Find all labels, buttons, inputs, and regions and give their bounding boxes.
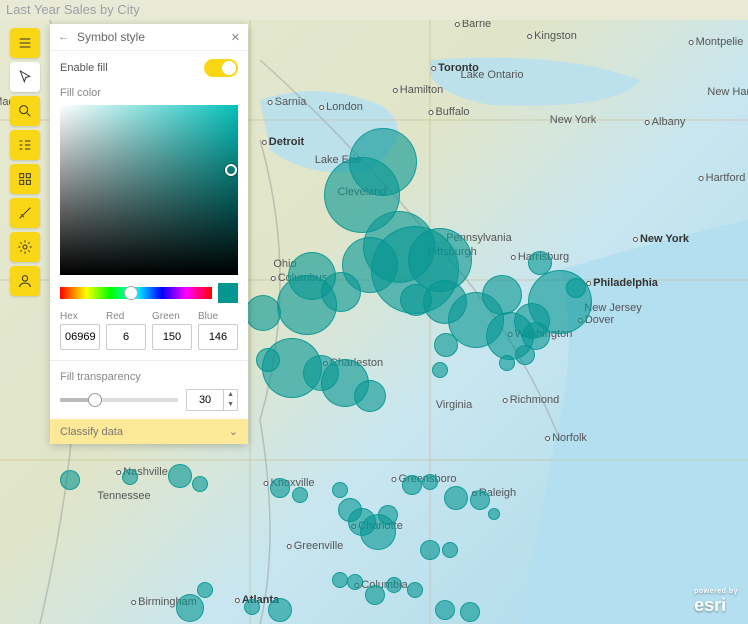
sales-bubble[interactable]: [499, 355, 515, 371]
sales-bubble[interactable]: [192, 476, 208, 492]
basemap-tool[interactable]: [10, 164, 40, 194]
sales-bubble[interactable]: [566, 278, 586, 298]
symbol-style-panel: ← Symbol style ✕ Enable fill Fill color …: [50, 24, 248, 444]
sales-bubble[interactable]: [321, 272, 361, 312]
fill-transparency-label: Fill transparency: [60, 371, 238, 383]
city-label: New Han: [707, 86, 748, 98]
sales-bubble[interactable]: [332, 572, 348, 588]
sales-bubble[interactable]: [122, 469, 138, 485]
sales-bubble[interactable]: [365, 585, 385, 605]
sales-bubble[interactable]: [515, 345, 535, 365]
transparency-input[interactable]: [187, 390, 223, 410]
city-label: London: [319, 101, 363, 113]
back-button[interactable]: ←: [58, 31, 69, 43]
sales-bubble[interactable]: [168, 464, 192, 488]
transparency-slider[interactable]: [60, 398, 178, 402]
city-label: Kingston: [527, 30, 577, 42]
sales-bubble[interactable]: [422, 474, 438, 490]
city-label: Buffalo: [428, 106, 469, 118]
search-tool[interactable]: [10, 96, 40, 126]
sales-bubble[interactable]: [332, 482, 348, 498]
layers-tool[interactable]: [10, 130, 40, 160]
city-label: Greenville: [287, 540, 344, 552]
spinner-up[interactable]: ▲: [224, 390, 237, 400]
sales-bubble[interactable]: [460, 602, 480, 622]
sales-bubble[interactable]: [268, 598, 292, 622]
city-label: Albany: [645, 116, 686, 128]
menu-button[interactable]: [10, 28, 40, 58]
blue-label: Blue: [198, 311, 238, 322]
panel-title: Symbol style: [77, 30, 231, 44]
city-label: Montpelie: [689, 36, 744, 48]
green-label: Green: [152, 311, 192, 322]
city-label: Virginia: [436, 399, 473, 411]
measure-tool[interactable]: [10, 198, 40, 228]
red-input[interactable]: [106, 324, 146, 350]
sales-bubble[interactable]: [435, 600, 455, 620]
fill-color-label: Fill color: [60, 87, 238, 99]
classify-data-row[interactable]: Classify data ⌄: [50, 419, 248, 444]
city-label: Norfolk: [545, 432, 587, 444]
sales-bubble[interactable]: [482, 275, 522, 315]
sales-bubble[interactable]: [349, 128, 417, 196]
sales-bubble[interactable]: [444, 486, 468, 510]
sales-bubble[interactable]: [402, 475, 422, 495]
sales-bubble[interactable]: [470, 490, 490, 510]
city-label: Hartford: [699, 172, 746, 184]
sales-bubble[interactable]: [386, 577, 402, 593]
city-label: New York: [550, 114, 596, 126]
spinner-down[interactable]: ▼: [224, 400, 237, 410]
sales-bubble[interactable]: [407, 582, 423, 598]
sales-bubble[interactable]: [244, 599, 260, 615]
page-title: Last Year Sales by City: [0, 0, 146, 19]
hue-slider[interactable]: [60, 287, 212, 299]
select-tool[interactable]: [10, 62, 40, 92]
account-tool[interactable]: [10, 266, 40, 296]
hex-label: Hex: [60, 311, 100, 322]
red-label: Red: [106, 311, 146, 322]
sales-bubble[interactable]: [347, 574, 363, 590]
city-label: New York: [633, 233, 689, 245]
color-swatch: [218, 283, 238, 303]
city-label: Barrie: [455, 20, 491, 30]
close-button[interactable]: ✕: [231, 31, 240, 44]
city-label: Tennessee: [97, 490, 150, 502]
hex-input[interactable]: [60, 324, 100, 350]
map-toolbar: [10, 28, 40, 296]
blue-input[interactable]: [198, 324, 238, 350]
sales-bubble[interactable]: [245, 295, 281, 331]
sales-bubble[interactable]: [378, 505, 398, 525]
color-picker-handle[interactable]: [225, 164, 237, 176]
transparency-spinner[interactable]: ▲ ▼: [186, 389, 238, 411]
classify-data-label: Classify data: [60, 426, 123, 438]
color-saturation-value-picker[interactable]: [60, 105, 238, 275]
transparency-slider-handle[interactable]: [88, 393, 102, 407]
sales-bubble[interactable]: [488, 508, 500, 520]
esri-attribution: powered by esri: [694, 589, 738, 616]
city-label: Philadelphia: [586, 277, 658, 289]
settings-tool[interactable]: [10, 232, 40, 262]
sales-bubble[interactable]: [432, 362, 448, 378]
sales-bubble[interactable]: [270, 478, 290, 498]
enable-fill-toggle[interactable]: [204, 59, 238, 77]
sales-bubble[interactable]: [354, 380, 386, 412]
city-label: New Jersey: [584, 302, 641, 314]
sales-bubble[interactable]: [292, 487, 308, 503]
chevron-down-icon: ⌄: [229, 425, 238, 438]
city-label: Richmond: [503, 394, 560, 406]
green-input[interactable]: [152, 324, 192, 350]
city-label: Detroit: [262, 136, 304, 148]
city-label: Sarnia: [268, 96, 307, 108]
sales-bubble[interactable]: [442, 542, 458, 558]
hue-slider-handle[interactable]: [124, 286, 138, 300]
sales-bubble[interactable]: [197, 582, 213, 598]
city-label: Hamilton: [393, 84, 443, 96]
city-label: Lake Ontario: [461, 69, 524, 81]
enable-fill-label: Enable fill: [60, 62, 108, 74]
sales-bubble[interactable]: [176, 594, 204, 622]
sales-bubble[interactable]: [434, 333, 458, 357]
sales-bubble[interactable]: [60, 470, 80, 490]
sales-bubble[interactable]: [420, 540, 440, 560]
